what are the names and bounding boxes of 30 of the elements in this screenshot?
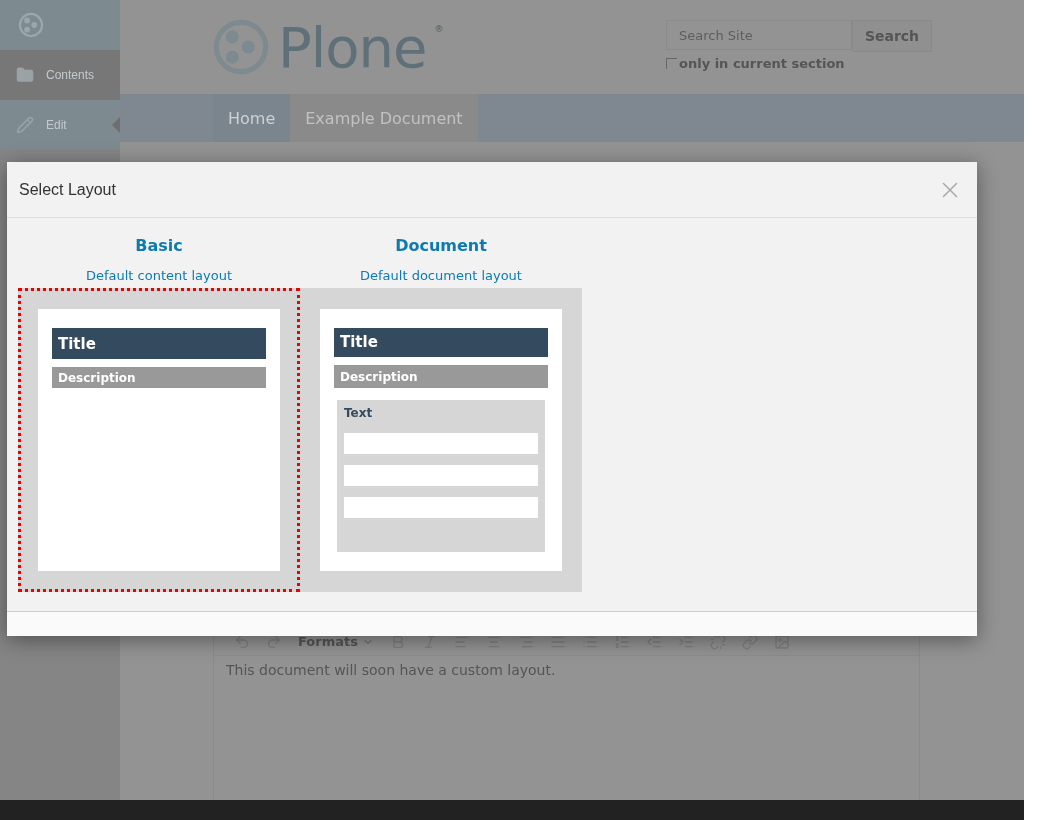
redo-icon[interactable] (266, 633, 282, 650)
layout-name: Document (395, 236, 487, 257)
preview-text-label: Text (344, 406, 374, 421)
toolbar-item[interactable]: Edit (0, 100, 120, 150)
layout-description: Default content layout (85, 268, 233, 285)
nav-tab[interactable]: Home (213, 94, 291, 142)
preview-title-bar: Title (334, 328, 548, 357)
layout-name: Basic (135, 236, 183, 257)
editor-text: This document will soon have a custom layout. (225, 661, 557, 680)
search-button[interactable]: Search (852, 20, 932, 52)
folder-icon (16, 66, 34, 84)
unlink-icon[interactable] (709, 633, 726, 650)
undo-icon[interactable] (234, 633, 250, 650)
checkbox[interactable] (666, 58, 677, 69)
registered-mark: ® (434, 24, 444, 34)
nav-tab[interactable]: Example Document (290, 94, 478, 142)
plone-logo-icon (18, 12, 44, 38)
preview-description-bar: Description (52, 367, 266, 388)
preview-title-bar: Title (52, 328, 266, 359)
link-icon[interactable] (741, 633, 758, 650)
layout-preview[interactable]: Title Description Text (300, 288, 582, 592)
numbered-list-icon[interactable] (613, 633, 630, 650)
layout-preview[interactable]: Title Description (18, 288, 300, 592)
pencil-icon (16, 116, 34, 134)
checkbox-label: only in current section (679, 56, 845, 71)
toolbar-item[interactable]: Contents (0, 50, 120, 100)
layout-description: Default document layout (360, 268, 522, 285)
image-icon[interactable] (773, 633, 790, 650)
preview-description-bar: Description (334, 364, 548, 389)
dialog-title: Select Layout (19, 180, 116, 199)
